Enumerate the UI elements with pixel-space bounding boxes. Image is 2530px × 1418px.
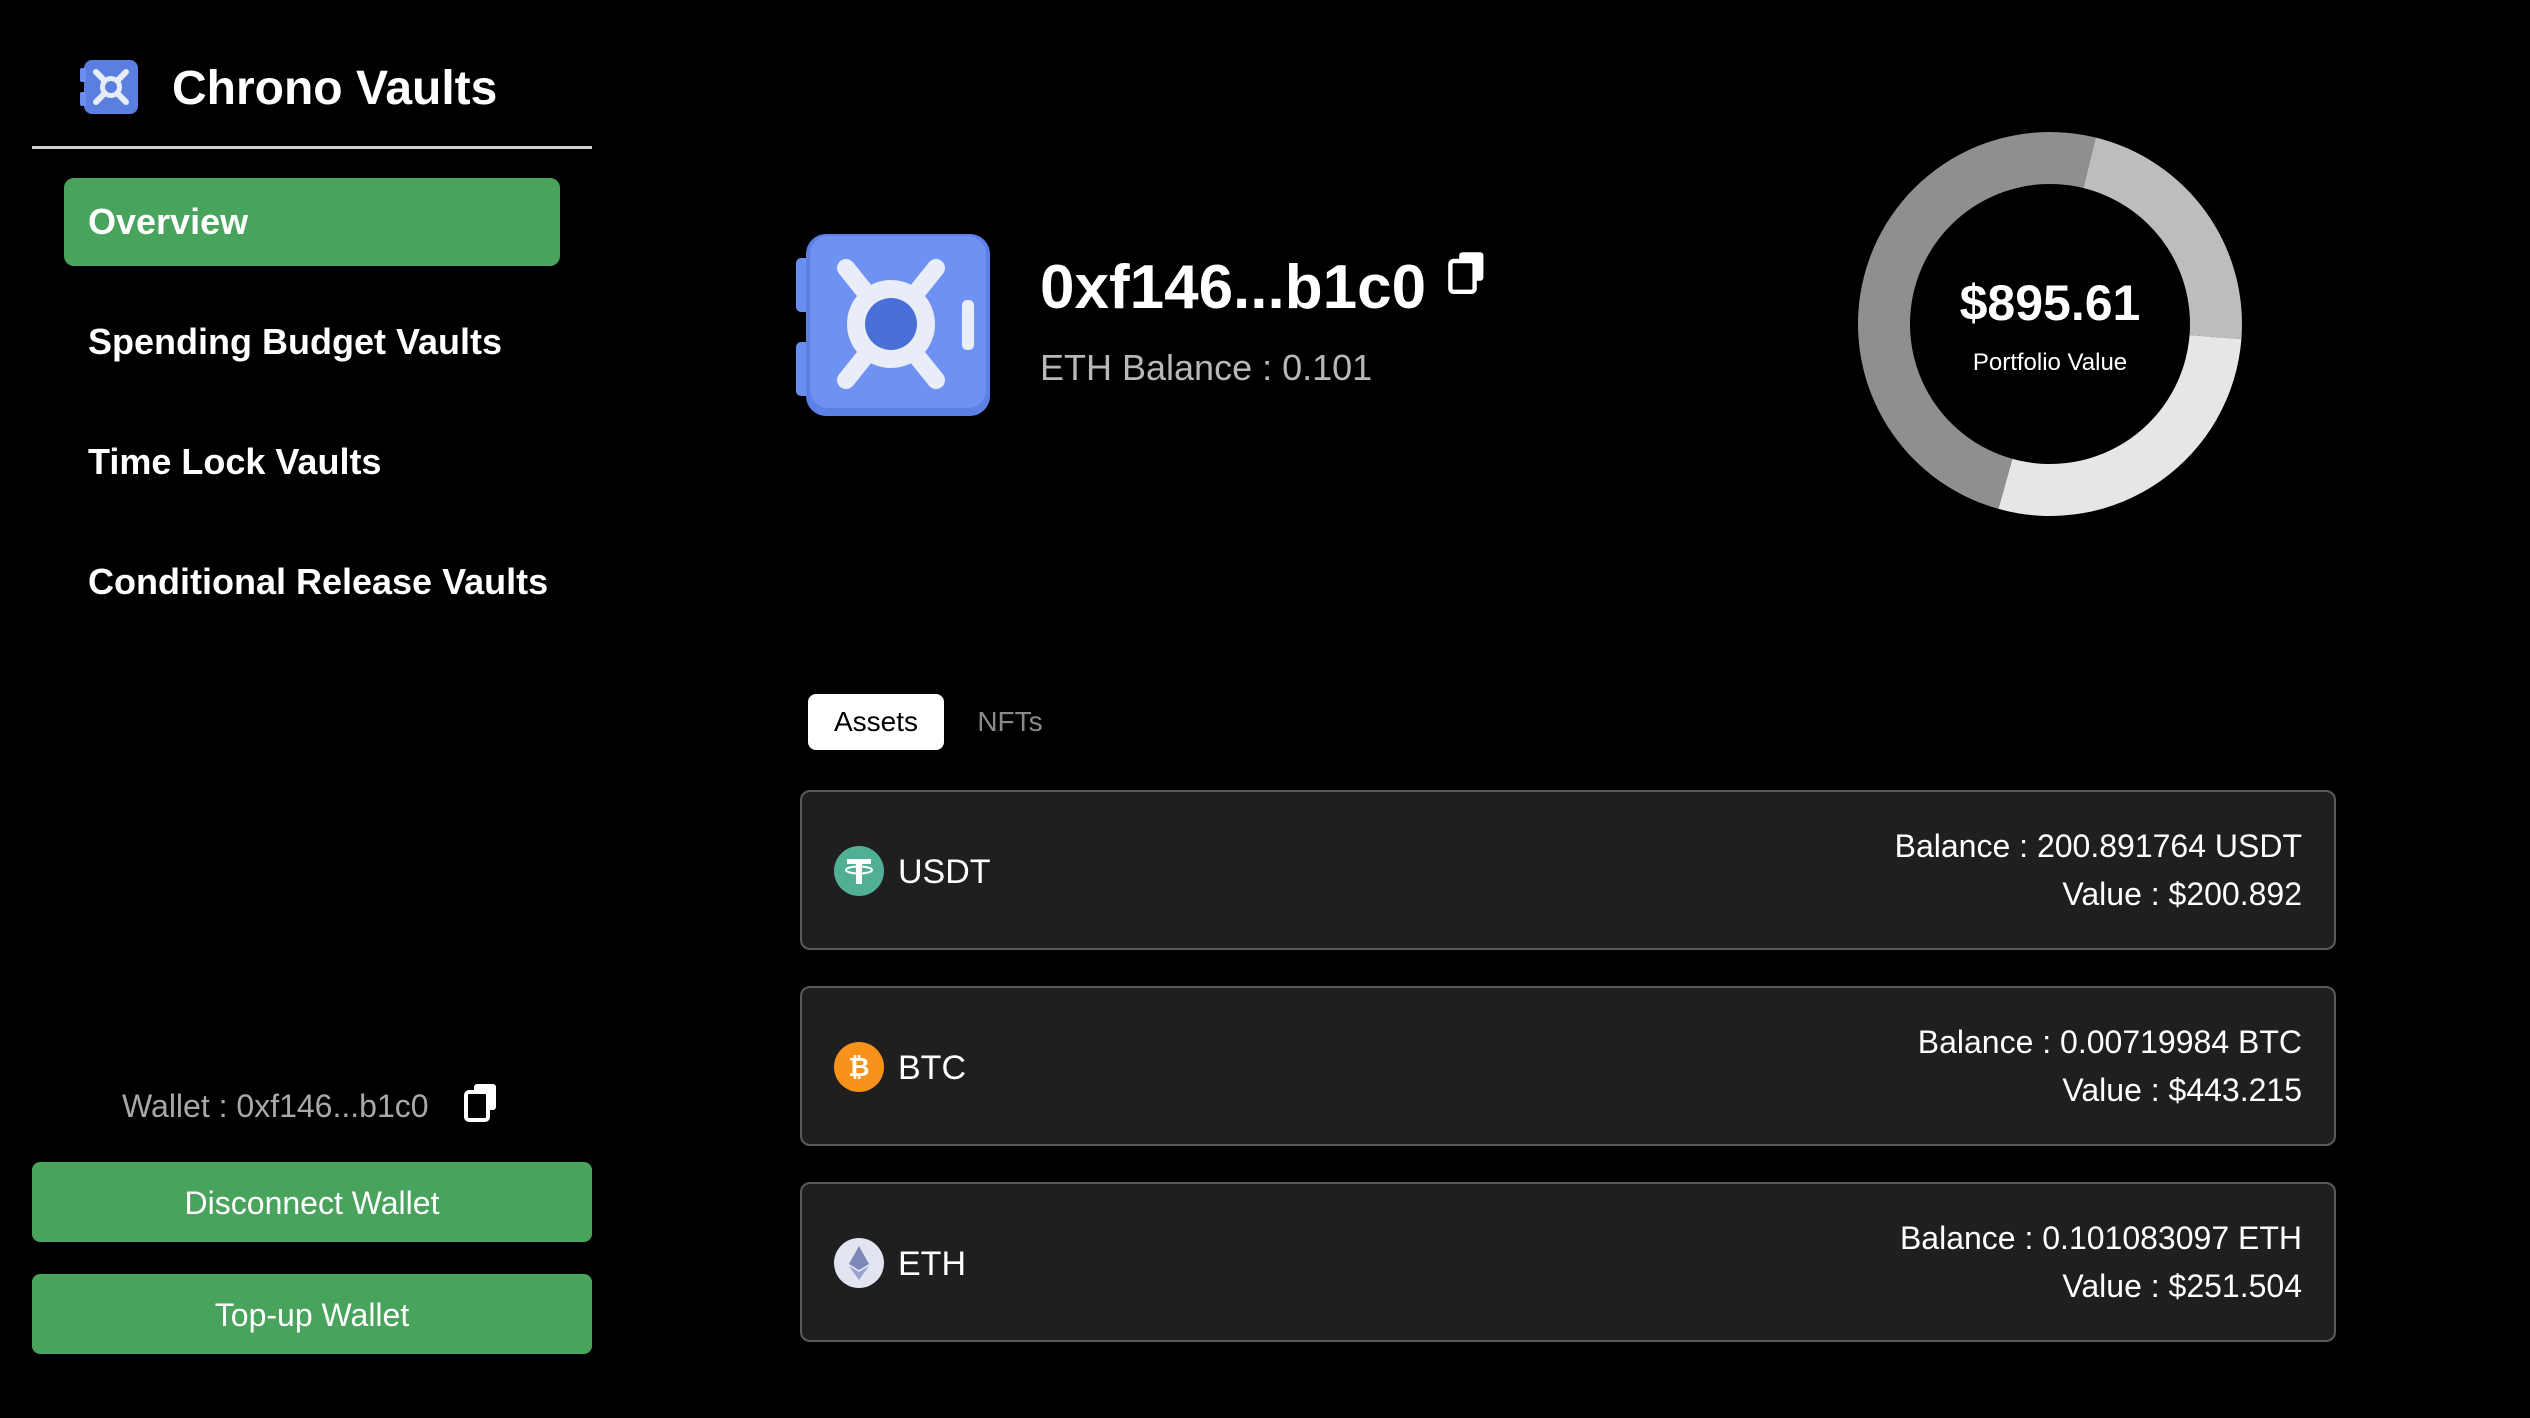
asset-card-usdt[interactable]: USDT Balance : 200.891764 USDT Value : $… [800,790,2336,950]
sidebar-item-time-lock-vaults[interactable]: Time Lock Vaults [64,418,560,506]
sidebar-item-conditional-release-vaults[interactable]: Conditional Release Vaults [64,538,560,626]
topup-wallet-button[interactable]: Top-up Wallet [32,1274,592,1354]
portfolio-value: $895.61 [1960,275,2141,331]
tether-icon [834,846,884,896]
wallet-info: Wallet : 0xf146...b1c0 [0,1080,600,1130]
asset-balance-block: Balance : 200.891764 USDT Value : $200.8… [1895,822,2302,918]
asset-value: Value : $443.215 [2062,1072,2302,1108]
ethereum-icon [834,1238,884,1288]
bitcoin-icon: ₿ [834,1042,884,1092]
vault-address: 0xf146...b1c0 [1040,253,1427,322]
vault-icon [80,60,138,114]
asset-card-btc[interactable]: ₿ BTC Balance : 0.00719984 BTC Value : $… [800,986,2336,1146]
asset-balance: Balance : 0.00719984 BTC [1917,1024,2302,1060]
asset-balance-block: Balance : 0.101083097 ETH Value : $251.5… [1900,1214,2302,1310]
tab-nfts[interactable]: NFTs [958,694,1062,750]
vault-icon [796,234,990,416]
asset-value: Value : $251.504 [2062,1268,2302,1304]
copy-icon[interactable] [1448,250,1488,294]
eth-balance: ETH Balance : 0.101 [1040,347,1373,388]
portfolio-value-label: Portfolio Value [1973,349,2127,376]
asset-symbol: BTC [898,1049,966,1087]
brand-header: Chrono Vaults [32,48,592,149]
wallet-address: Wallet : 0xf146...b1c0 [122,1088,429,1124]
asset-symbol: ETH [898,1245,966,1283]
asset-balance-block: Balance : 0.00719984 BTC Value : $443.21… [1918,1018,2302,1114]
svg-text:₿: ₿ [848,1053,869,1083]
sidebar: Chrono Vaults Overview Spending Budget V… [0,0,600,1418]
asset-value: Value : $200.892 [2062,876,2302,912]
asset-symbol: USDT [898,853,991,891]
portfolio-donut-chart: $895.61 Portfolio Value [1857,131,2242,516]
app-title: Chrono Vaults [172,62,498,115]
sidebar-item-spending-budget-vaults[interactable]: Spending Budget Vaults [64,298,560,386]
disconnect-wallet-button[interactable]: Disconnect Wallet [32,1162,592,1242]
asset-card-eth[interactable]: ETH Balance : 0.101083097 ETH Value : $2… [800,1182,2336,1342]
copy-icon[interactable] [464,1082,500,1122]
sidebar-item-overview[interactable]: Overview [64,178,560,266]
asset-balance: Balance : 200.891764 USDT [1894,828,2302,864]
tab-assets[interactable]: Assets [808,694,944,750]
asset-balance: Balance : 0.101083097 ETH [1899,1220,2302,1256]
